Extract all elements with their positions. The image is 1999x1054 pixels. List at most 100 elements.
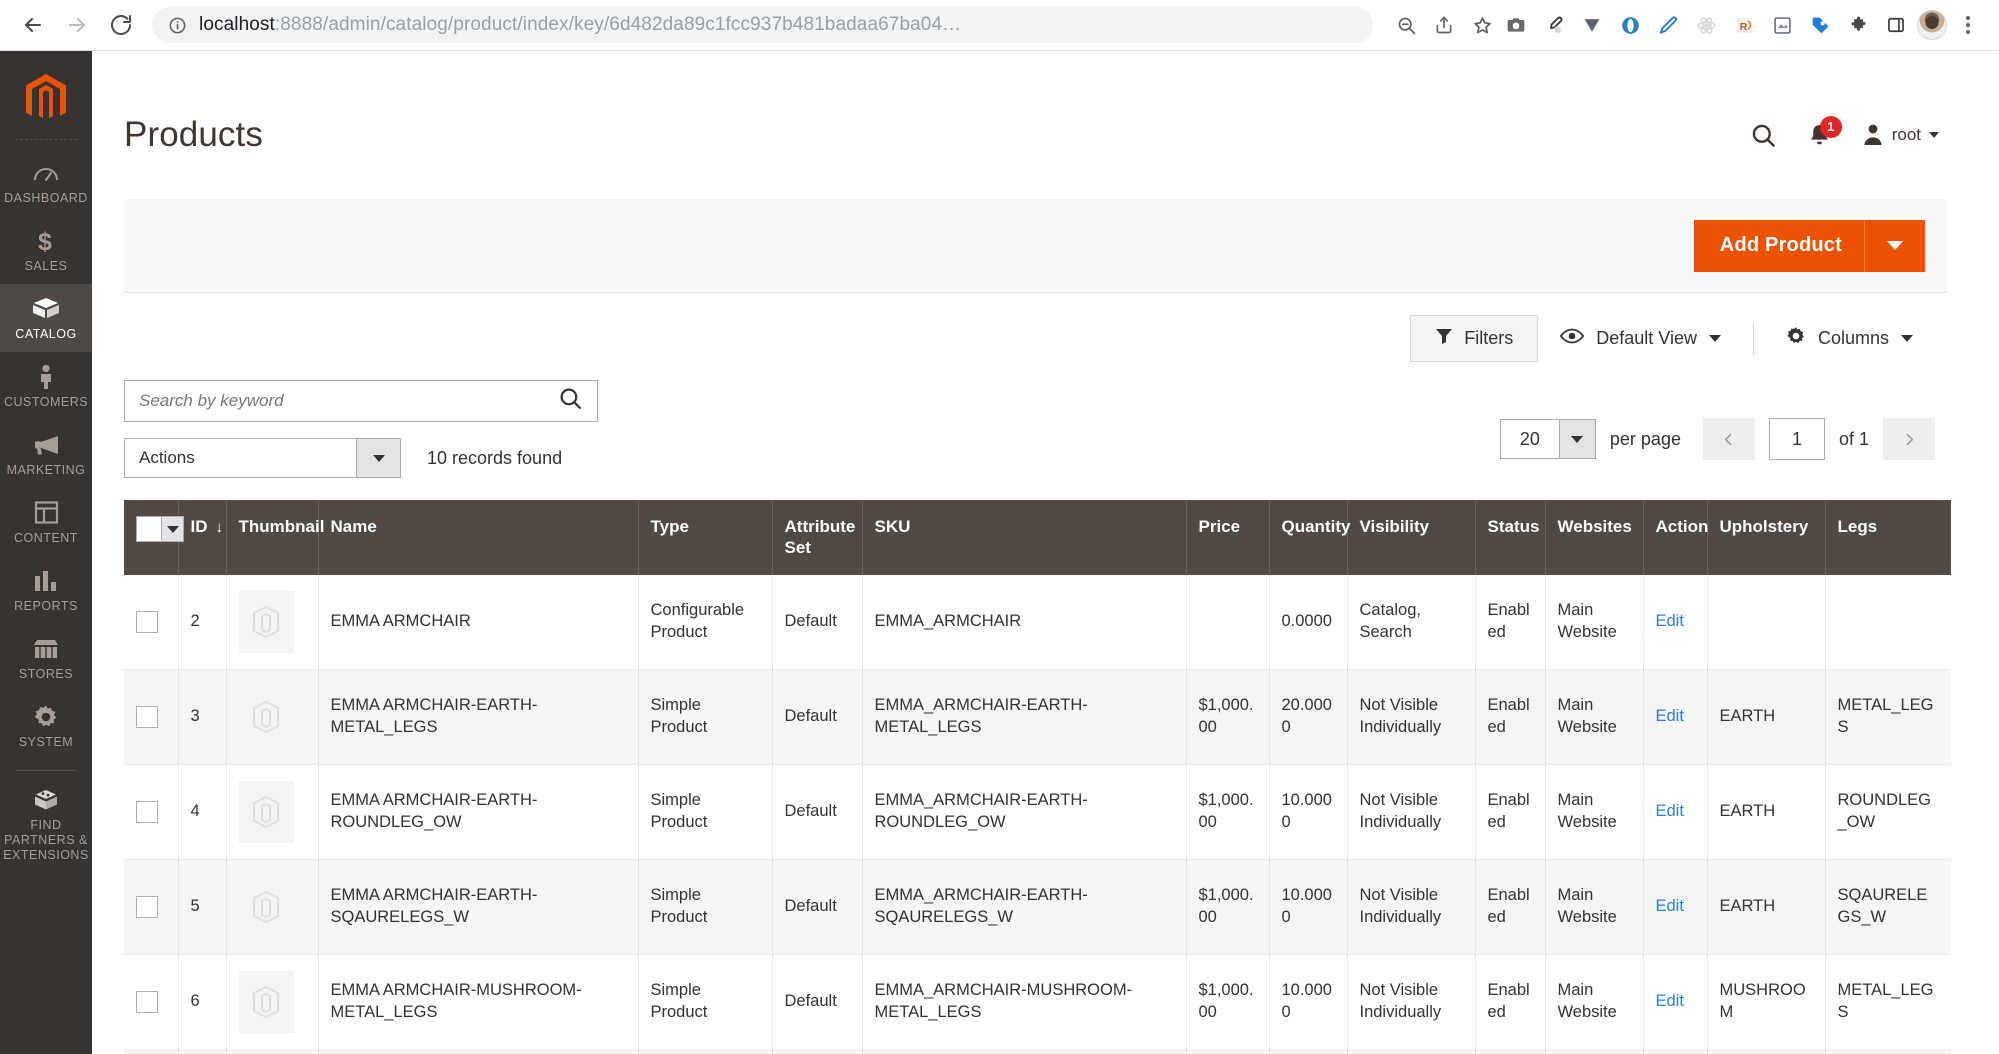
tag-extension-icon[interactable]: [1803, 8, 1837, 42]
table-row[interactable]: 6EMMA ARMCHAIR-MUSHROOM-METAL_LEGSSimple…: [124, 954, 1951, 1049]
side-panel-icon[interactable]: [1879, 8, 1913, 42]
v-extension-icon[interactable]: [1575, 8, 1609, 42]
search-icon[interactable]: [1750, 122, 1777, 149]
select-all-checkbox[interactable]: [136, 516, 162, 542]
add-product-button[interactable]: Add Product: [1694, 220, 1925, 272]
reload-icon[interactable]: [102, 6, 140, 44]
row-checkbox-cell[interactable]: [124, 954, 178, 1049]
next-page-button[interactable]: [1883, 418, 1935, 460]
magento-logo-icon[interactable]: [22, 73, 70, 125]
edit-link[interactable]: Edit: [1656, 802, 1684, 820]
forward-icon[interactable]: [58, 6, 96, 44]
browser-menu-icon[interactable]: [1951, 8, 1985, 42]
gear-icon: [33, 703, 59, 730]
sidebar-item-customers[interactable]: CUSTOMERS: [0, 352, 92, 420]
sidebar-item-marketing[interactable]: MARKETING: [0, 420, 92, 488]
search-icon[interactable]: [558, 386, 583, 416]
chevron-down-icon[interactable]: [1559, 420, 1595, 458]
column-header-websites[interactable]: Websites: [1545, 500, 1643, 575]
previous-page-button[interactable]: [1703, 418, 1755, 460]
puzzle-extensions-icon[interactable]: [1841, 8, 1875, 42]
header-actions: 1 root: [1750, 122, 1947, 149]
bookmark-star-icon[interactable]: [1465, 8, 1499, 42]
cell-quantity: 10.0000: [1269, 954, 1347, 1049]
back-icon[interactable]: [14, 6, 52, 44]
opera-extension-icon[interactable]: [1613, 8, 1647, 42]
cell-type: Simple Product: [638, 1049, 772, 1054]
column-header-status[interactable]: Status: [1475, 500, 1545, 575]
gear-icon: [1786, 326, 1806, 351]
table-row[interactable]: 2EMMA ARMCHAIRConfigurable ProductDefaul…: [124, 575, 1951, 670]
sidebar-item-catalog[interactable]: CATALOG: [0, 284, 92, 352]
row-checkbox[interactable]: [136, 896, 158, 918]
row-checkbox[interactable]: [136, 991, 158, 1013]
svg-text:$: $: [38, 228, 52, 254]
address-bar[interactable]: localhost:8888/admin/catalog/product/ind…: [152, 7, 1373, 43]
row-checkbox-cell[interactable]: [124, 669, 178, 764]
row-checkbox-cell[interactable]: [124, 764, 178, 859]
column-header-price[interactable]: Price: [1186, 500, 1269, 575]
row-checkbox-cell[interactable]: [124, 859, 178, 954]
column-header-sku[interactable]: SKU: [862, 500, 1186, 575]
cell-websites: Main Website: [1545, 1049, 1643, 1054]
sidebar-item-reports[interactable]: REPORTS: [0, 556, 92, 624]
sidebar-item-stores[interactable]: STORES: [0, 624, 92, 692]
row-checkbox-cell[interactable]: [124, 1049, 178, 1054]
row-checkbox[interactable]: [136, 801, 158, 823]
column-header-quantity[interactable]: Quantity: [1269, 500, 1347, 575]
current-page-input[interactable]: 1: [1769, 418, 1825, 460]
table-row[interactable]: 3EMMA ARMCHAIR-EARTH-METAL_LEGSSimple Pr…: [124, 669, 1951, 764]
pen-extension-icon[interactable]: [1651, 8, 1685, 42]
notifications-bell[interactable]: 1: [1807, 123, 1832, 148]
column-header-select-all[interactable]: [124, 500, 178, 575]
cell-upholstery: EARTH: [1707, 859, 1825, 954]
sidebar-item-sales[interactable]: $ SALES: [0, 216, 92, 284]
cell-quantity: 20.0000: [1269, 669, 1347, 764]
actions-select[interactable]: Actions: [124, 438, 401, 478]
column-header-attribute-set[interactable]: Attribute Set: [772, 500, 862, 575]
row-checkbox[interactable]: [136, 706, 158, 728]
table-row[interactable]: 7EMMA ARMCHAIR-MUSHROOM-ROUNDLEG_OWSimpl…: [124, 1049, 1951, 1054]
zoom-out-icon[interactable]: [1389, 8, 1423, 42]
per-page-select[interactable]: 20: [1500, 419, 1596, 459]
search-by-keyword[interactable]: [124, 380, 598, 422]
chevron-down-icon[interactable]: [356, 439, 400, 477]
column-header-id[interactable]: ID↓: [178, 500, 226, 575]
share-icon[interactable]: [1427, 8, 1461, 42]
row-checkbox[interactable]: [136, 611, 158, 633]
table-row[interactable]: 4EMMA ARMCHAIR-EARTH-ROUNDLEG_OWSimple P…: [124, 764, 1951, 859]
edit-link[interactable]: Edit: [1656, 707, 1684, 725]
camera-extension-icon[interactable]: [1499, 8, 1533, 42]
edit-link[interactable]: Edit: [1656, 992, 1684, 1010]
eyedropper-extension-icon[interactable]: [1537, 8, 1571, 42]
filters-button[interactable]: Filters: [1410, 315, 1538, 362]
sidebar-item-content[interactable]: CONTENT: [0, 488, 92, 556]
column-header-type[interactable]: Type: [638, 500, 772, 575]
column-header-upholstery[interactable]: Upholstery: [1707, 500, 1825, 575]
select-all-control[interactable]: [136, 516, 184, 542]
columns-selector[interactable]: Columns: [1764, 315, 1935, 362]
sidebar-item-dashboard[interactable]: DASHBOARD: [0, 148, 92, 216]
edit-link[interactable]: Edit: [1656, 612, 1684, 630]
sidebar-item-find-partners[interactable]: FIND PARTNERS & EXTENSIONS: [0, 775, 92, 873]
table-row[interactable]: 5EMMA ARMCHAIR-EARTH-SQAURELEGS_WSimple …: [124, 859, 1951, 954]
redux-extension-icon[interactable]: R: [1727, 8, 1761, 42]
sidebar-item-system[interactable]: SYSTEM: [0, 692, 92, 760]
search-input[interactable]: [139, 391, 558, 411]
column-header-visibility[interactable]: Visibility: [1347, 500, 1475, 575]
user-menu[interactable]: root: [1862, 123, 1939, 147]
react-extension-icon[interactable]: [1689, 8, 1723, 42]
site-info-icon[interactable]: [168, 16, 187, 35]
column-header-thumbnail[interactable]: Thumbnail: [226, 500, 318, 575]
notes-extension-icon[interactable]: [1765, 8, 1799, 42]
edit-link[interactable]: Edit: [1656, 897, 1684, 915]
default-view-selector[interactable]: Default View: [1538, 316, 1743, 361]
add-product-dropdown-toggle[interactable]: [1864, 220, 1925, 272]
cell-name: EMMA ARMCHAIR-EARTH-ROUNDLEG_OW: [318, 764, 638, 859]
profile-avatar[interactable]: [1917, 10, 1947, 40]
chevron-down-icon[interactable]: [162, 516, 184, 542]
cell-visibility: Catalog, Search: [1347, 575, 1475, 670]
row-checkbox-cell[interactable]: [124, 575, 178, 670]
column-header-legs[interactable]: Legs: [1825, 500, 1951, 575]
column-header-name[interactable]: Name: [318, 500, 638, 575]
